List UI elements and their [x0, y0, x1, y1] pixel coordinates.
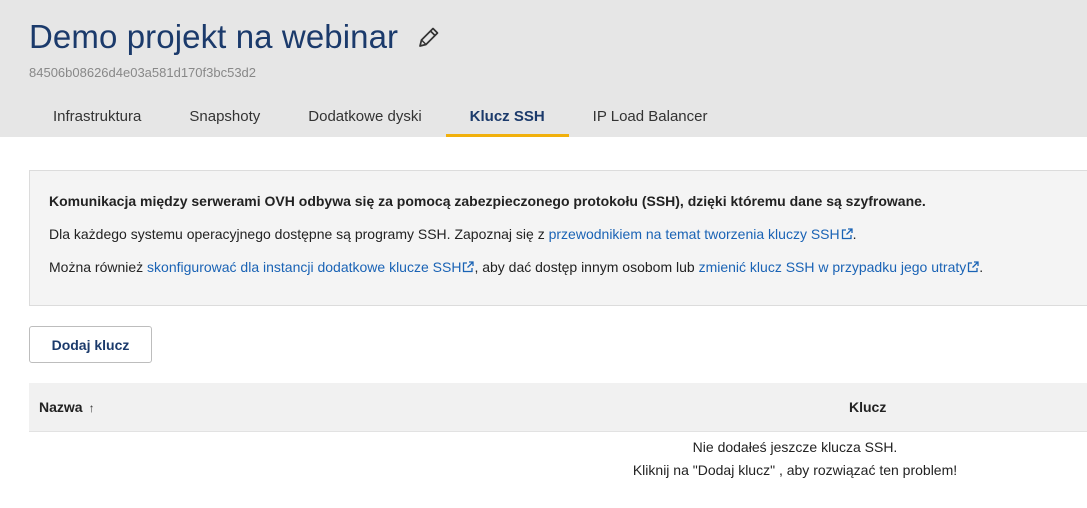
configure-keys-link[interactable]: skonfigurować dla instancji dodatkowe kl… [147, 259, 475, 275]
tab-klucz-ssh[interactable]: Klucz SSH [445, 96, 569, 137]
project-header: Demo projekt na webinar 84506b08626d4e03… [0, 0, 1087, 137]
tab-snapshoty[interactable]: Snapshoty [165, 96, 284, 137]
pencil-icon[interactable] [416, 24, 442, 50]
empty-state-message: Nie dodałeś jeszcze klucza SSH. Kliknij … [545, 436, 1045, 482]
info-text: Dla każdego systemu operacyjnego dostępn… [49, 226, 549, 242]
empty-state-line: Kliknij na "Dodaj klucz" , aby rozwiązać… [632, 462, 958, 478]
external-link-icon [968, 261, 979, 273]
page-title: Demo projekt na webinar [29, 18, 399, 55]
tab-dodatkowe-dyski[interactable]: Dodatkowe dyski [284, 96, 445, 137]
info-text: . [979, 259, 984, 275]
external-link-icon [463, 261, 475, 273]
change-key-link[interactable]: zmienić klucz SSH w przypadku jego utrat… [699, 259, 980, 275]
sort-ascending-icon: ↑ [88, 401, 95, 415]
info-line-guide: Dla każdego systemu operacyjnego dostępn… [49, 226, 1087, 259]
column-header-name[interactable]: Nazwa ↑ [39, 383, 95, 432]
info-line-intro: Komunikacja między serwerami OVH odbywa … [49, 193, 926, 209]
table-header: Nazwa ↑ Klucz [29, 383, 1087, 432]
ssh-guide-link[interactable]: przewodnikiem na temat tworzenia kluczy … [549, 226, 853, 242]
info-text: Można również [49, 259, 148, 275]
tab-infrastruktura[interactable]: Infrastruktura [29, 96, 165, 137]
empty-state-line: Nie dodałeś jeszcze klucza SSH. [692, 439, 898, 455]
tab-ip-load-balancer[interactable]: IP Load Balancer [569, 96, 732, 137]
info-text: . [852, 226, 857, 242]
tab-bar: Infrastruktura Snapshoty Dodatkowe dyski… [29, 96, 731, 137]
add-key-button[interactable]: Dodaj klucz [29, 326, 152, 363]
project-id: 84506b08626d4e03a581d170f3bc53d2 [29, 65, 257, 80]
column-header-key: Klucz [849, 399, 887, 415]
info-text: , aby dać dostęp innym osobom lub [474, 259, 699, 275]
info-line-config: Można również skonfigurować dla instancj… [49, 259, 1087, 292]
ssh-info-box: Komunikacja między serwerami OVH odbywa … [29, 170, 1087, 306]
title-row: Demo projekt na webinar [29, 18, 442, 56]
external-link-icon [841, 228, 853, 240]
